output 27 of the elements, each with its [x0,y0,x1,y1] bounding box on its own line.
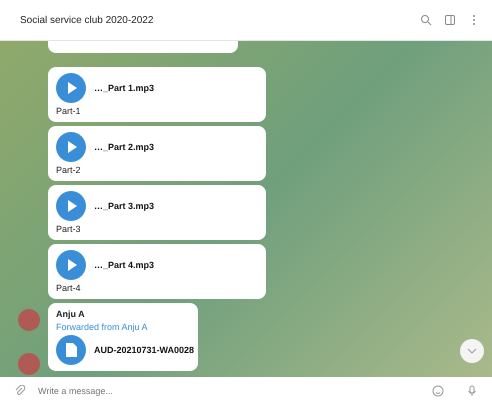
play-icon[interactable] [56,191,86,221]
play-icon[interactable] [56,73,86,103]
sender-name: Anju A [56,309,86,319]
play-icon[interactable] [56,132,86,162]
play-icon[interactable] [56,250,86,280]
microphone-icon[interactable] [466,384,478,396]
panel-icon[interactable] [444,14,456,26]
file-name: …_Part 1.mp3 [94,83,154,93]
forwarded-label[interactable]: Forwarded from Anju A [56,322,190,332]
file-name: …_Part 2.mp3 [94,142,154,152]
emoji-icon[interactable] [432,384,444,396]
avatar[interactable] [18,353,40,375]
message-caption: Part-4 [56,283,82,293]
search-icon[interactable] [420,14,432,26]
scroll-down-button[interactable] [460,339,484,363]
chat-title: Social service club 2020-2022 [20,14,154,26]
attach-icon[interactable] [14,384,26,396]
message-caption: Part-2 [56,165,82,175]
message-caption: Part-1 [56,106,82,116]
file-name: AUD-20210731-WA0028 [94,345,194,355]
message-input[interactable]: Write a message... [36,384,410,396]
file-icon[interactable] [56,335,86,365]
chevron-down-icon[interactable] [467,348,477,354]
file-name: …_Part 3.mp3 [94,201,154,211]
message-caption: Part-3 [56,224,82,234]
file-name: …_Part 4.mp3 [94,260,154,270]
avatar[interactable] [18,309,40,331]
